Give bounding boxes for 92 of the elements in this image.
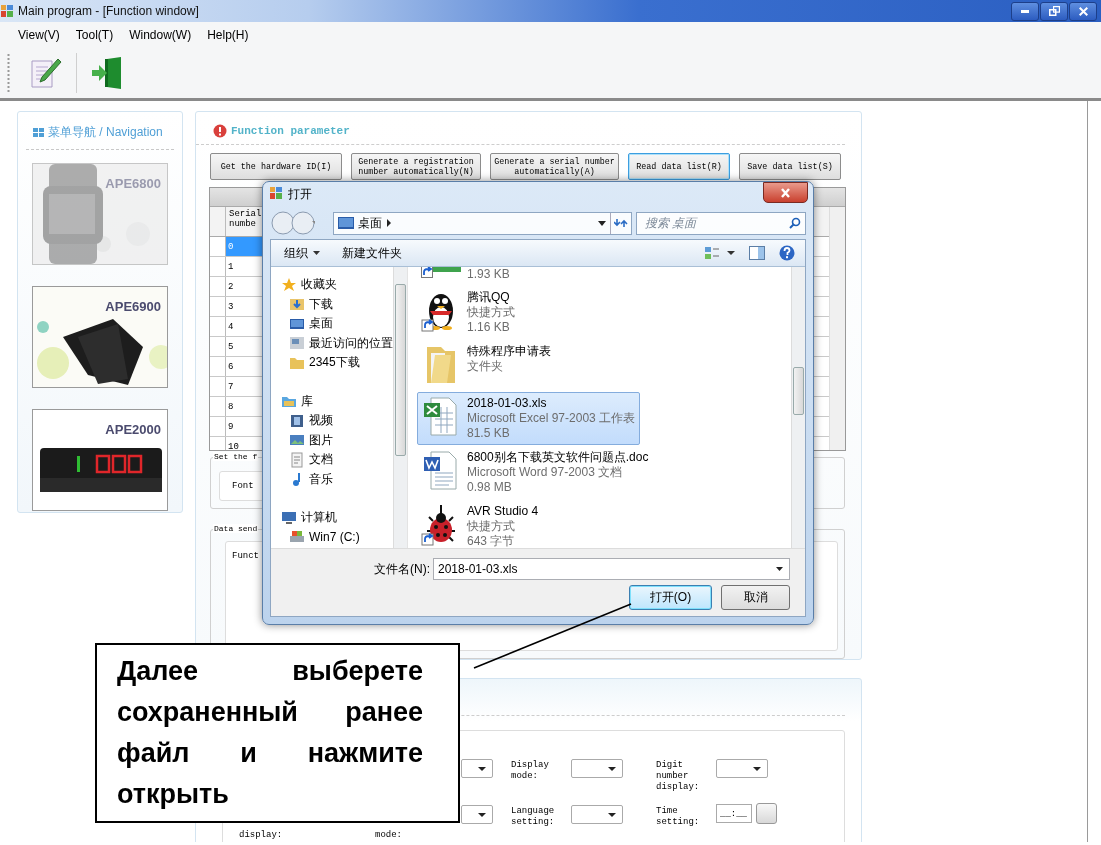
action-button[interactable]: Generate a registration number automatically(N) bbox=[351, 153, 481, 180]
app-icon bbox=[269, 186, 283, 200]
close-icon bbox=[780, 187, 791, 198]
action-button[interactable]: Get the hardware ID(I) bbox=[210, 153, 342, 180]
field-label: Time setting: bbox=[656, 806, 701, 828]
address-bar[interactable]: 桌面 bbox=[333, 211, 632, 235]
menu-item[interactable]: Tool(T) bbox=[67, 28, 122, 42]
field-label: Display mode: bbox=[511, 760, 550, 782]
group-title: Data send bbox=[213, 524, 259, 533]
toolbar-command[interactable]: 新建文件夹 bbox=[342, 244, 402, 262]
time-button[interactable] bbox=[756, 803, 777, 824]
video-icon bbox=[289, 412, 305, 429]
dropdown[interactable] bbox=[571, 759, 623, 778]
filename-field[interactable]: 2018-01-03.xls bbox=[433, 558, 790, 580]
time-field[interactable]: __:__ bbox=[716, 804, 752, 823]
sidebar-item[interactable]: 计算机 bbox=[301, 509, 337, 527]
view-options-icon[interactable] bbox=[705, 246, 735, 260]
sidebar-item[interactable]: Win7 (C:) bbox=[309, 530, 360, 545]
restore-icon bbox=[1048, 6, 1060, 16]
dropdown[interactable] bbox=[461, 759, 493, 778]
menu-item[interactable]: View(V) bbox=[10, 28, 68, 42]
toolbar-command[interactable]: 组织 bbox=[284, 244, 320, 262]
action-button[interactable]: Generate a serial number automatically(A) bbox=[490, 153, 619, 180]
scrollbar[interactable] bbox=[791, 267, 805, 548]
back-forward-icon[interactable] bbox=[271, 210, 315, 236]
sidebar-item[interactable]: 库 bbox=[301, 392, 313, 410]
field-label: Funct bbox=[232, 551, 259, 561]
scrollbar[interactable] bbox=[829, 207, 845, 450]
field-label: Digit number display: bbox=[656, 760, 701, 793]
sidebar-item[interactable]: 最近访问的位置 bbox=[309, 334, 393, 352]
panel-title: 菜单导航 / Navigation bbox=[48, 124, 163, 141]
field-label: mode: bbox=[375, 829, 403, 841]
document-icon bbox=[289, 451, 305, 468]
chevron-icon bbox=[386, 219, 392, 227]
close-icon bbox=[1078, 6, 1088, 16]
callout-text: Далее выберете сохраненный ранее файл и нажмите открыть bbox=[95, 643, 460, 823]
grip-icon bbox=[7, 53, 10, 93]
file-item[interactable]: 2018-01-03.xls Microsoft Excel 97-2003 工作表 81.5 KB bbox=[417, 392, 641, 445]
alert-icon bbox=[213, 124, 227, 138]
minimize-button[interactable] bbox=[1011, 1, 1039, 21]
field-label: display: bbox=[239, 829, 284, 841]
action-button[interactable]: Save data list(S) bbox=[739, 153, 841, 180]
sidebar-item[interactable]: 2345下载 bbox=[309, 354, 360, 372]
dropdown[interactable] bbox=[461, 805, 493, 824]
close-button[interactable] bbox=[1069, 1, 1097, 21]
sidebar-item[interactable]: 桌面 bbox=[309, 315, 333, 333]
sidebar-item[interactable]: 视频 bbox=[309, 412, 333, 430]
search-field[interactable]: 搜索 桌面 bbox=[636, 211, 806, 235]
file-item[interactable]: 1.93 KB bbox=[417, 267, 515, 285]
grid-icon bbox=[33, 127, 44, 138]
recent-icon bbox=[289, 335, 305, 352]
file-item[interactable]: AVR Studio 4 快捷方式 643 字节 bbox=[417, 500, 544, 548]
download-icon bbox=[289, 296, 305, 313]
restore-button[interactable] bbox=[1040, 1, 1068, 21]
dialog-button[interactable]: 打开(O) bbox=[629, 585, 712, 610]
device-card[interactable]: APE2000 bbox=[32, 409, 168, 511]
caret-icon bbox=[776, 567, 783, 571]
menu-item[interactable]: Window(W) bbox=[121, 28, 200, 42]
minimize-icon bbox=[1021, 9, 1029, 13]
field-label: Language setting: bbox=[511, 806, 556, 828]
panel-title: Function parameter bbox=[231, 125, 350, 137]
file-item[interactable]: 6800别名下载英文软件问题点.doc Microsoft Word 97-2003 文档 0.98 MB bbox=[417, 446, 654, 499]
file-item[interactable]: 特殊程序申请表 文件夹 bbox=[417, 340, 556, 391]
action-button[interactable]: Read data list(R) bbox=[628, 153, 730, 180]
dialog-title: 打开 bbox=[288, 186, 312, 203]
refresh-icon[interactable] bbox=[614, 217, 628, 229]
dialog-button[interactable]: 取消 bbox=[721, 585, 790, 610]
computer-icon bbox=[281, 509, 297, 526]
app-icon bbox=[0, 4, 14, 18]
sidebar-item[interactable]: 音乐 bbox=[309, 470, 333, 488]
star-icon bbox=[281, 276, 297, 293]
sidebar-item[interactable]: 下载 bbox=[309, 295, 333, 313]
search-icon bbox=[789, 216, 801, 229]
window-title: Main program - [Function window] bbox=[18, 4, 199, 18]
close-button[interactable] bbox=[763, 182, 808, 203]
field-label: 文件名(N): bbox=[374, 560, 430, 578]
preview-pane-icon[interactable] bbox=[749, 246, 765, 260]
caret-icon bbox=[598, 220, 606, 226]
sidebar-item[interactable]: 收藏夹 bbox=[301, 276, 337, 294]
caret-icon bbox=[313, 251, 320, 255]
device-card[interactable]: APE6900 bbox=[32, 286, 168, 388]
desktop-icon bbox=[338, 217, 354, 229]
help-icon[interactable] bbox=[779, 245, 795, 261]
field-label: Font bbox=[232, 481, 254, 491]
sidebar-item[interactable]: 文档 bbox=[309, 451, 333, 469]
dropdown[interactable] bbox=[716, 759, 768, 778]
menu-item[interactable]: Help(H) bbox=[199, 28, 257, 42]
scrollbar[interactable] bbox=[393, 267, 407, 548]
sidebar-item[interactable]: 图片 bbox=[309, 431, 333, 449]
group-title: Set the f bbox=[213, 452, 259, 461]
file-item[interactable]: 腾讯QQ 快捷方式 1.16 KB bbox=[417, 286, 520, 339]
dropdown[interactable] bbox=[571, 805, 623, 824]
